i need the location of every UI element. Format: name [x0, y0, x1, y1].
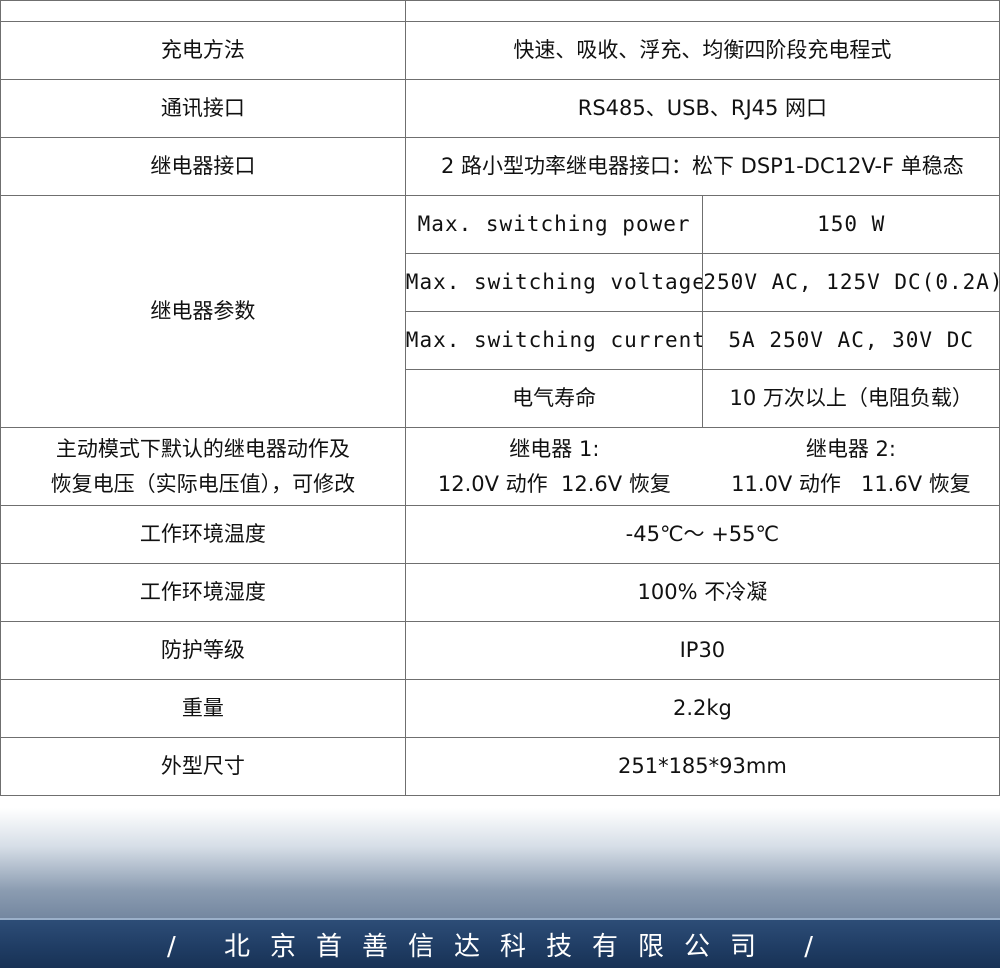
table-row-operating-humidity: 工作环境湿度 100% 不冷凝 [0, 563, 1000, 622]
relay2-title: 继电器 2: [805, 436, 896, 461]
spec-value [404, 0, 1000, 22]
relay-param-name: Max. switching voltage [404, 253, 704, 312]
spec-value: RS485、USB、RJ45 网口 [404, 79, 1000, 138]
table-row-charging-method: 充电方法 快速、吸收、浮充、均衡四阶段充电程式 [0, 21, 1000, 80]
relay1-title: 继电器 1: [509, 436, 600, 461]
relay1-cell: 继电器 1: 12.0V 动作 12.6V 恢复 [404, 427, 703, 506]
relay-default-label-line1: 主动模式下默认的继电器动作及 [55, 436, 350, 461]
spec-label: 防护等级 [0, 621, 406, 680]
footer-banner: / 北京首善信达科技有限公司 / [0, 918, 1000, 968]
table-row-weight: 重量 2.2kg [0, 679, 1000, 738]
relay2-recover: 11.6V 恢复 [860, 471, 971, 496]
relay2-action: 11.0V 动作 [731, 471, 841, 496]
table-row-relay-default: 主动模式下默认的继电器动作及 恢复电压（实际电压值），可修改 继电器 1: 12… [0, 427, 1000, 506]
relay-param-value: 150 W [702, 195, 1000, 254]
spec-label [0, 0, 406, 22]
relay2-cell: 继电器 2: 11.0V 动作 11.6V 恢复 [702, 427, 1000, 506]
spec-table: 充电方法 快速、吸收、浮充、均衡四阶段充电程式 通讯接口 RS485、USB、R… [0, 0, 1000, 796]
relay-param-name: Max. switching current [404, 311, 704, 370]
spec-label: 工作环境温度 [0, 505, 406, 564]
spec-value: 100% 不冷凝 [404, 563, 1000, 622]
spec-value: 2.2kg [404, 679, 1000, 738]
relay-default-label-line2: 恢复电压（实际电压值），可修改 [50, 471, 356, 496]
spec-value: IP30 [404, 621, 1000, 680]
spec-value: 251*185*93mm [404, 737, 1000, 796]
relay-param-value: 5A 250V AC, 30V DC [702, 311, 1000, 370]
spec-label: 主动模式下默认的继电器动作及 恢复电压（实际电压值），可修改 [0, 427, 406, 506]
spec-value: 快速、吸收、浮充、均衡四阶段充电程式 [404, 21, 1000, 80]
spec-label: 外型尺寸 [0, 737, 406, 796]
relay1-action: 12.0V 动作 [437, 471, 548, 496]
spec-value: 2 路小型功率继电器接口：松下 DSP1-DC12V-F 单稳态 [404, 137, 1000, 196]
table-row-dimensions: 外型尺寸 251*185*93mm [0, 737, 1000, 796]
relay-param-value: 250V AC, 125V DC(0.2A) [702, 253, 1000, 312]
relay-param-value: 10 万次以上（电阻负载） [702, 369, 1000, 428]
table-row-operating-temp: 工作环境温度 -45℃～ +55℃ [0, 505, 1000, 564]
spec-label: 继电器接口 [0, 137, 406, 196]
relay1-recover: 12.6V 恢复 [561, 471, 671, 496]
table-row-comm-interface: 通讯接口 RS485、USB、RJ45 网口 [0, 79, 1000, 138]
spec-label: 工作环境湿度 [0, 563, 406, 622]
table-row-relay-params: 继电器参数 Max. switching power 150 W [0, 195, 1000, 428]
spec-label: 充电方法 [0, 21, 406, 80]
spec-label: 通讯接口 [0, 79, 406, 138]
spec-label: 继电器参数 [0, 195, 406, 428]
relay-param-name: 电气寿命 [404, 369, 704, 428]
company-name: / 北京首善信达科技有限公司 / [166, 931, 834, 962]
spec-value: -45℃～ +55℃ [404, 505, 1000, 564]
table-row-relay-interface: 继电器接口 2 路小型功率继电器接口：松下 DSP1-DC12V-F 单稳态 [0, 137, 1000, 196]
decorative-gradient-band [0, 808, 1000, 918]
spec-label: 重量 [0, 679, 406, 738]
table-row-cutoff [0, 0, 1000, 22]
relay-param-name: Max. switching power [404, 195, 704, 254]
table-row-protection: 防护等级 IP30 [0, 621, 1000, 680]
